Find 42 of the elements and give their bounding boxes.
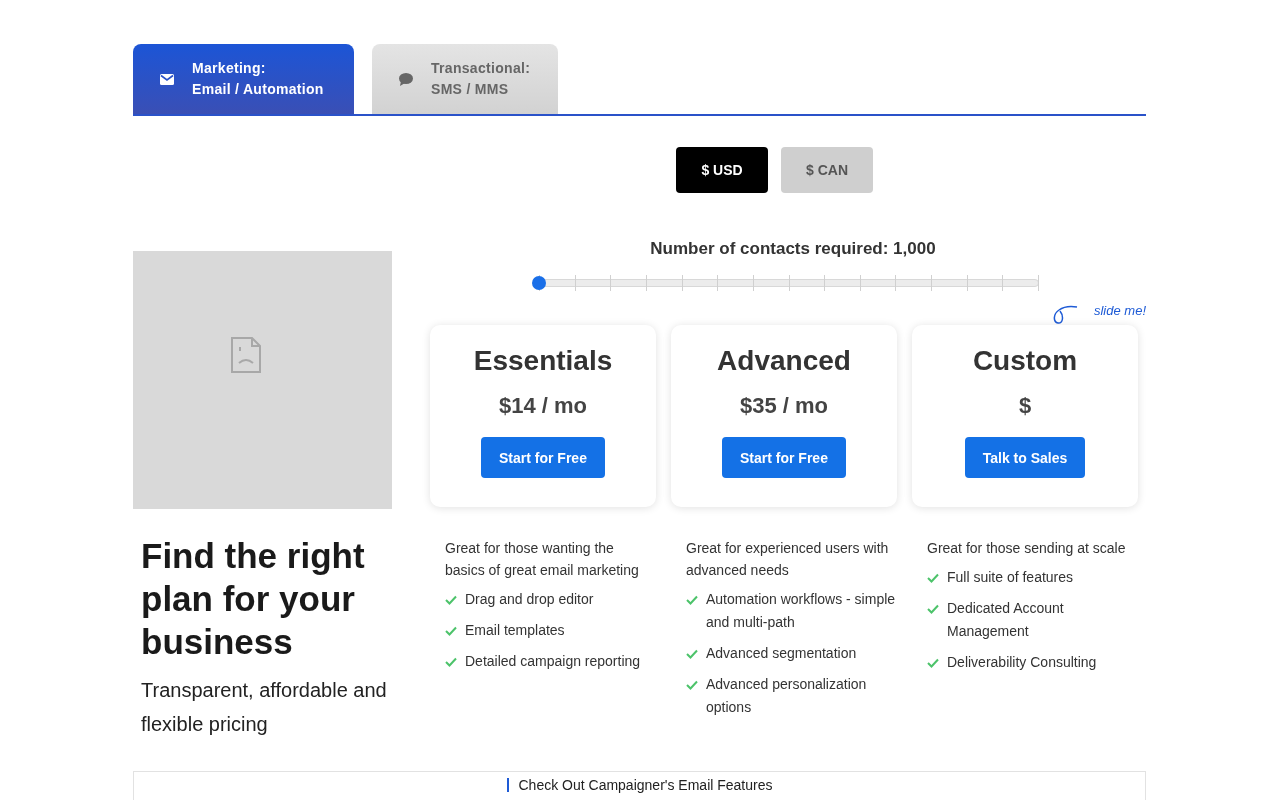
feature-text: Email templates (465, 621, 565, 640)
plan-name: Advanced (717, 345, 851, 377)
feature-text: Automation workflows - simple and multi-path (706, 590, 897, 632)
slider-label: Number of contacts required: 1,000 (649, 239, 937, 259)
tab[interactable]: Transactional: SMS / MMS (372, 44, 558, 114)
heading: Find the right plan for your business (141, 535, 366, 663)
envelope-icon (160, 73, 174, 85)
feature-text: Advanced personalization options (706, 675, 868, 717)
check-icon (686, 680, 698, 690)
check-icon (445, 595, 457, 605)
check-icon (445, 657, 457, 667)
check-icon (927, 604, 939, 614)
plan-price: $14 / mo (498, 393, 587, 419)
plan-name: Custom (972, 345, 1078, 377)
plan-name: Essentials (473, 345, 613, 377)
plan-description: Great for those sending at scale (927, 539, 1127, 558)
feature-text: Detailed campaign reporting (465, 652, 641, 671)
feature-text: Full suite of features (947, 568, 1074, 587)
plan-description: Great for experienced users with advanced needs (686, 539, 890, 580)
plan-description: Great for those wanting the basics of great email marketing (445, 539, 640, 580)
cta-button[interactable]: Start for Free (481, 437, 605, 478)
check-icon (686, 649, 698, 659)
hint-text: slide me! (1093, 303, 1146, 319)
currency-button[interactable]: $ USD (676, 147, 768, 193)
feature-text: Deliverability Consulting (947, 653, 1097, 672)
check-icon (445, 626, 457, 636)
check-icon (927, 658, 939, 668)
slider-thumb[interactable] (532, 276, 546, 290)
check-icon (927, 573, 939, 583)
feature-text: Dedicated Account Management (947, 599, 1065, 641)
features-link[interactable]: Check Out Campaigner's Email Features (518, 778, 773, 800)
tab[interactable]: Marketing: Email / Automation (133, 44, 354, 114)
plan-price: $35 / mo (739, 393, 828, 419)
feature-text: Advanced segmentation (706, 644, 857, 663)
chat-icon (399, 72, 413, 86)
cta-button[interactable]: Start for Free (722, 437, 846, 478)
check-icon (686, 595, 698, 605)
plan-price: $ (1018, 393, 1032, 419)
subheading: Transparent, affordable and flexible pricing (141, 678, 388, 737)
currency-button[interactable]: $ CAN (781, 147, 873, 193)
cta-button[interactable]: Talk to Sales (964, 437, 1086, 478)
feature-text: Drag and drop editor (465, 590, 594, 609)
